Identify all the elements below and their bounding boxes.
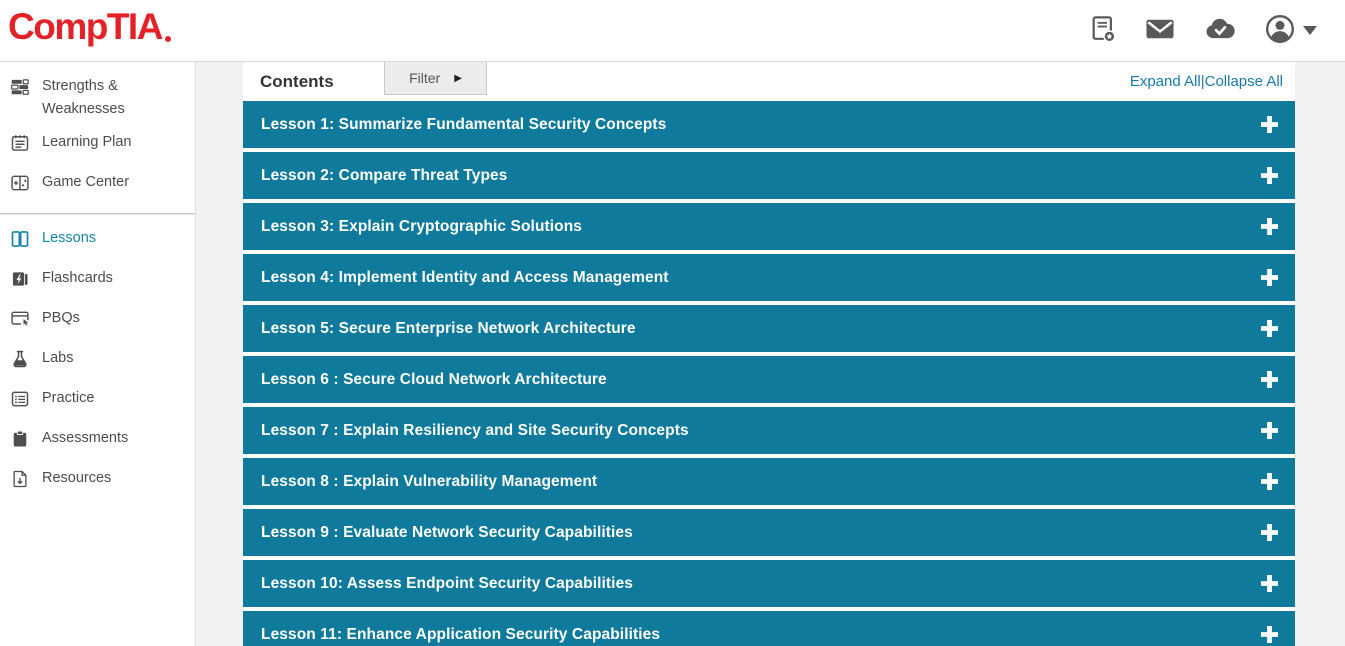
sidebar-item-strengths-weaknesses[interactable]: Strengths & Weaknesses xyxy=(0,70,195,126)
plus-icon[interactable] xyxy=(1261,218,1278,235)
pbqs-window-cursor-icon xyxy=(10,307,30,337)
lesson-title: Lesson 6 : Secure Cloud Network Architec… xyxy=(261,371,607,389)
app-header: CompTIA xyxy=(0,0,1345,62)
lesson-accordion-list: Lesson 1: Summarize Fundamental Security… xyxy=(243,101,1295,646)
sidebar-item-game-center[interactable]: Game Center xyxy=(0,166,195,206)
registered-mark-dot xyxy=(165,36,171,42)
sidebar-item-label: Labs xyxy=(42,347,73,370)
lesson-accordion-11[interactable]: Lesson 11: Enhance Application Security … xyxy=(243,611,1295,646)
sidebar-item-label: PBQs xyxy=(42,307,80,330)
lesson-accordion-6[interactable]: Lesson 6 : Secure Cloud Network Architec… xyxy=(243,356,1295,403)
strengths-icon xyxy=(10,75,30,105)
profile-menu-button[interactable] xyxy=(1264,13,1317,48)
labs-flask-icon xyxy=(10,347,30,377)
sidebar-item-labs[interactable]: Labs xyxy=(0,342,195,382)
lesson-accordion-4[interactable]: Lesson 4: Implement Identity and Access … xyxy=(243,254,1295,301)
lesson-accordion-2[interactable]: Lesson 2: Compare Threat Types xyxy=(243,152,1295,199)
lesson-accordion-5[interactable]: Lesson 5: Secure Enterprise Network Arch… xyxy=(243,305,1295,352)
screen: CompTIA xyxy=(0,0,1345,646)
filter-label: Filter xyxy=(409,70,440,86)
lesson-title: Lesson 2: Compare Threat Types xyxy=(261,167,507,185)
lesson-accordion-3[interactable]: Lesson 3: Explain Cryptographic Solution… xyxy=(243,203,1295,250)
lesson-accordion-1[interactable]: Lesson 1: Summarize Fundamental Security… xyxy=(243,101,1295,148)
resources-download-doc-icon xyxy=(10,467,30,497)
lesson-title: Lesson 10: Assess Endpoint Security Capa… xyxy=(261,575,633,593)
sidebar-item-label: Lessons xyxy=(42,227,96,250)
header-icon-group xyxy=(1090,13,1317,48)
learning-plan-icon xyxy=(10,131,30,161)
assessments-clipboard-icon xyxy=(10,427,30,457)
plus-icon[interactable] xyxy=(1261,575,1278,592)
lesson-title: Lesson 9 : Evaluate Network Security Cap… xyxy=(261,524,633,542)
cloud-check-icon xyxy=(1203,14,1237,47)
transcript-button[interactable] xyxy=(1090,14,1117,47)
lesson-title: Lesson 4: Implement Identity and Access … xyxy=(261,269,669,287)
filter-button[interactable]: Filter ▶ xyxy=(384,62,487,95)
main-content: Contents Filter ▶ Expand All|Collapse Al… xyxy=(196,62,1345,646)
sidebar-item-flashcards[interactable]: Flashcards xyxy=(0,262,195,302)
lesson-title: Lesson 8 : Explain Vulnerability Managem… xyxy=(261,473,597,491)
plus-icon[interactable] xyxy=(1261,371,1278,388)
lesson-accordion-10[interactable]: Lesson 10: Assess Endpoint Security Capa… xyxy=(243,560,1295,607)
plus-icon[interactable] xyxy=(1261,473,1278,490)
game-center-icon xyxy=(10,171,30,201)
plus-icon[interactable] xyxy=(1261,422,1278,439)
plus-icon[interactable] xyxy=(1261,320,1278,337)
comptia-logo-text: CompTIA xyxy=(8,8,162,45)
profile-icon xyxy=(1264,13,1296,48)
sidebar-item-label: Assessments xyxy=(42,427,128,450)
caret-down-icon xyxy=(1303,26,1317,35)
practice-list-icon xyxy=(10,387,30,417)
transcript-icon xyxy=(1090,14,1117,47)
lesson-title: Lesson 1: Summarize Fundamental Security… xyxy=(261,116,666,134)
lesson-accordion-7[interactable]: Lesson 7 : Explain Resiliency and Site S… xyxy=(243,407,1295,454)
sidebar-item-label: Resources xyxy=(42,467,111,490)
mail-icon xyxy=(1144,14,1176,47)
sidebar-item-label: Strengths & Weaknesses xyxy=(42,75,187,121)
sidebar-item-label: Learning Plan xyxy=(42,131,132,154)
sidebar-item-resources[interactable]: Resources xyxy=(0,462,195,502)
sidebar-item-label: Game Center xyxy=(42,171,129,194)
comptia-logo[interactable]: CompTIA xyxy=(8,8,171,53)
expand-all-link[interactable]: Expand All xyxy=(1130,73,1201,90)
filter-arrow-icon: ▶ xyxy=(454,73,462,84)
collapse-all-link[interactable]: Collapse All xyxy=(1205,73,1283,90)
expand-collapse-links: Expand All|Collapse All xyxy=(1130,73,1283,90)
sidebar: Strengths & Weaknesses Learning Plan xyxy=(0,62,196,646)
flashcards-icon xyxy=(10,267,30,297)
sidebar-item-label: Flashcards xyxy=(42,267,113,290)
plus-icon[interactable] xyxy=(1261,524,1278,541)
lesson-title: Lesson 5: Secure Enterprise Network Arch… xyxy=(261,320,636,338)
sidebar-separator xyxy=(0,213,195,215)
contents-header: Contents Filter ▶ Expand All|Collapse Al… xyxy=(243,62,1295,101)
plus-icon[interactable] xyxy=(1261,626,1278,643)
messages-button[interactable] xyxy=(1144,14,1176,47)
lesson-title: Lesson 11: Enhance Application Security … xyxy=(261,626,660,644)
page-title: Contents xyxy=(260,72,334,92)
lessons-book-icon xyxy=(10,227,30,257)
cloud-sync-button[interactable] xyxy=(1203,14,1237,47)
sidebar-item-lessons[interactable]: Lessons xyxy=(0,222,195,262)
page-body: Strengths & Weaknesses Learning Plan xyxy=(0,62,1345,646)
lesson-title: Lesson 7 : Explain Resiliency and Site S… xyxy=(261,422,689,440)
plus-icon[interactable] xyxy=(1261,116,1278,133)
lesson-title: Lesson 3: Explain Cryptographic Solution… xyxy=(261,218,582,236)
plus-icon[interactable] xyxy=(1261,167,1278,184)
sidebar-item-learning-plan[interactable]: Learning Plan xyxy=(0,126,195,166)
lesson-accordion-8[interactable]: Lesson 8 : Explain Vulnerability Managem… xyxy=(243,458,1295,505)
sidebar-item-assessments[interactable]: Assessments xyxy=(0,422,195,462)
sidebar-item-practice[interactable]: Practice xyxy=(0,382,195,422)
lesson-accordion-9[interactable]: Lesson 9 : Evaluate Network Security Cap… xyxy=(243,509,1295,556)
plus-icon[interactable] xyxy=(1261,269,1278,286)
sidebar-item-label: Practice xyxy=(42,387,94,410)
contents-panel: Contents Filter ▶ Expand All|Collapse Al… xyxy=(243,62,1295,646)
sidebar-item-pbqs[interactable]: PBQs xyxy=(0,302,195,342)
